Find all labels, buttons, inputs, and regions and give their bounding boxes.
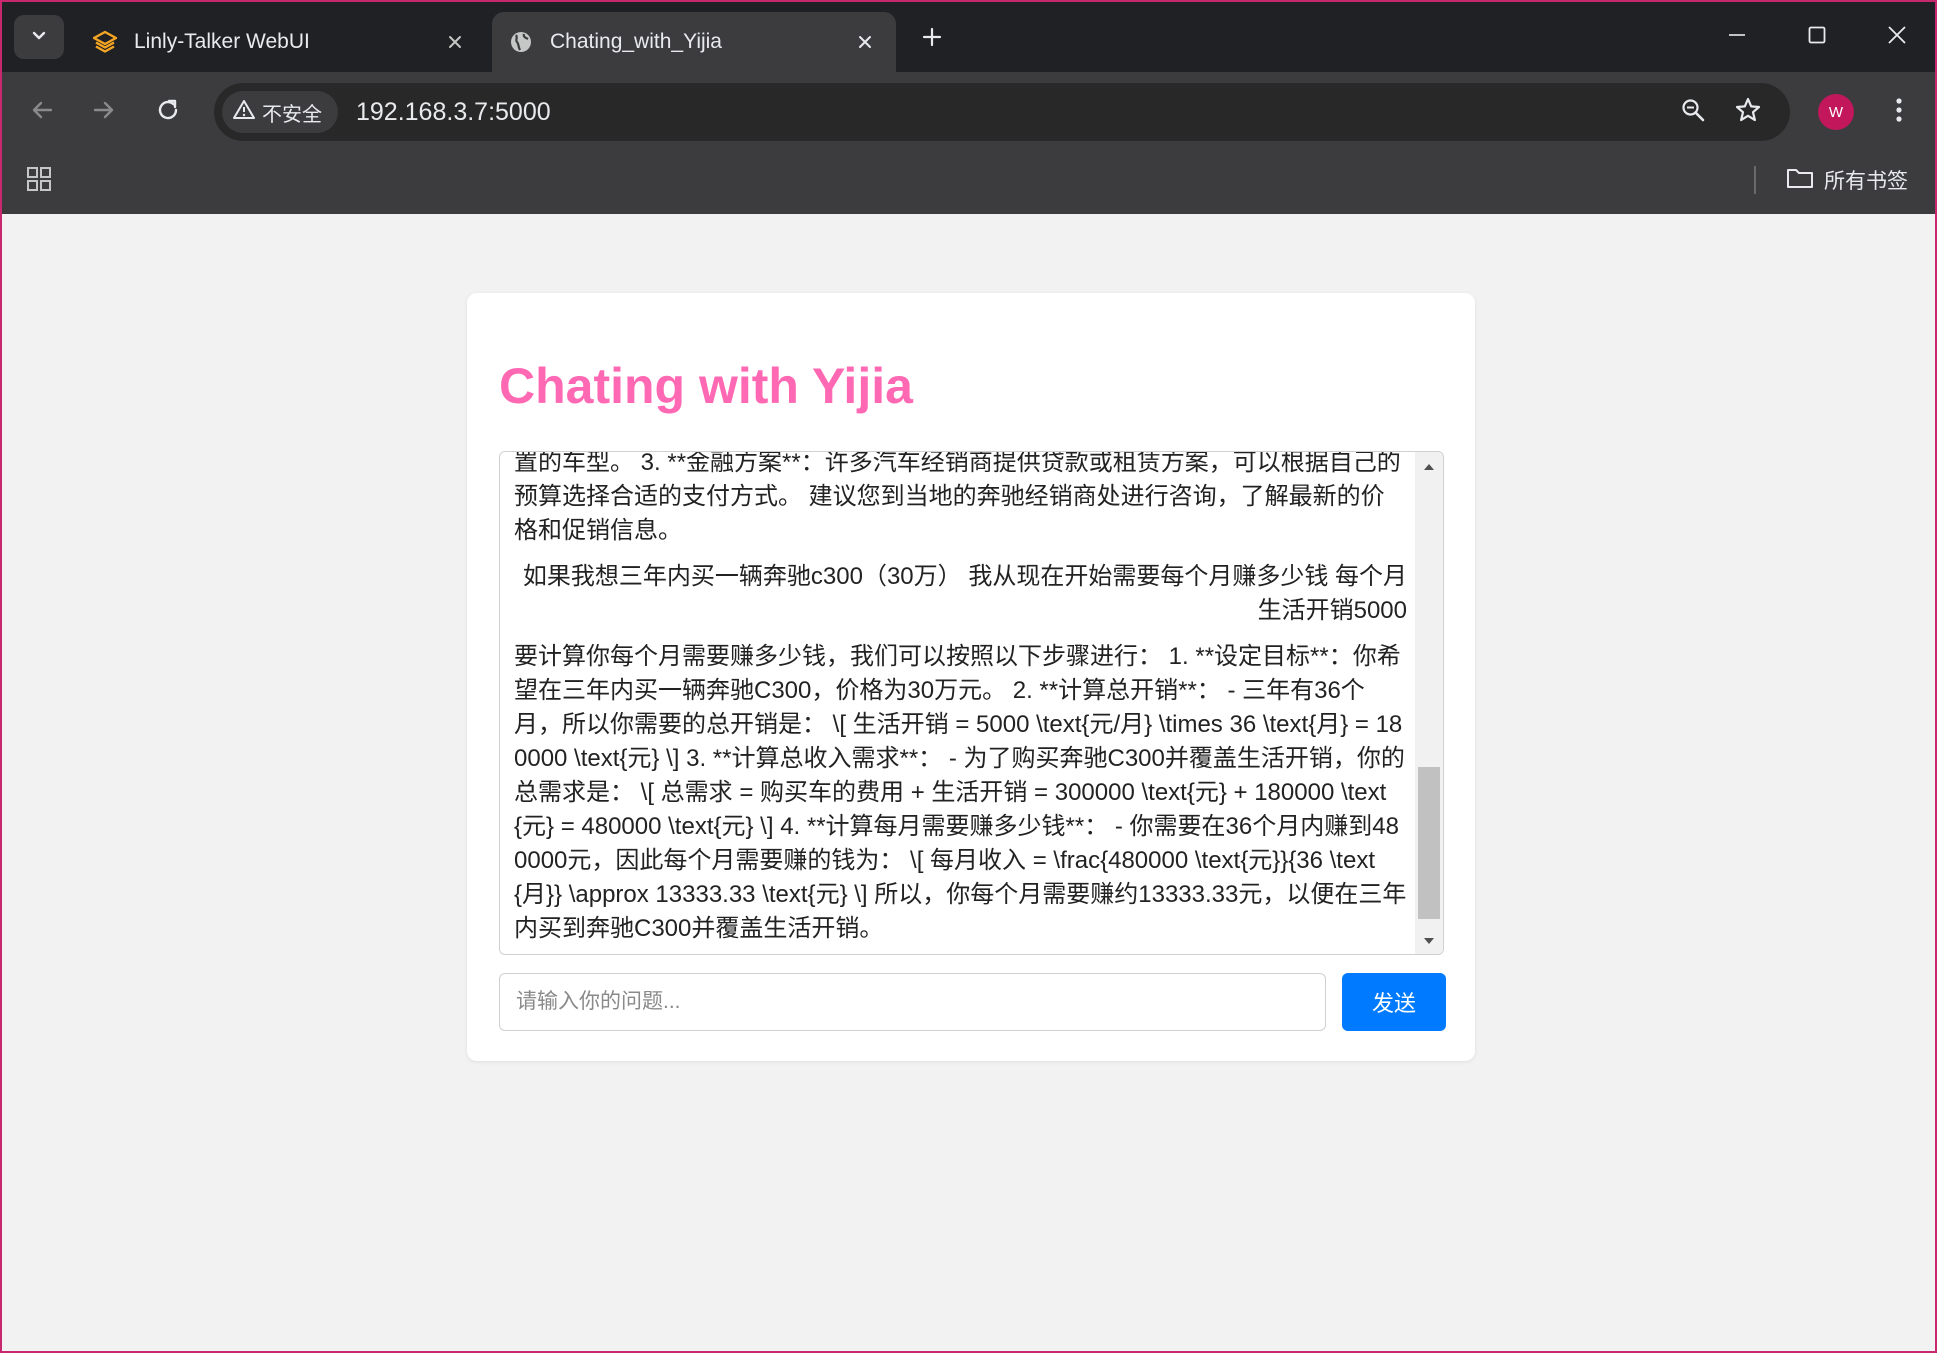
chat-messages: 如果预算有限，可以考虑购买二手的奔驰C300，这样可以以更低的价格获得更高配置的… (514, 451, 1407, 954)
star-icon (1734, 96, 1762, 128)
scroll-thumb[interactable] (1418, 767, 1440, 919)
bookmark-star-button[interactable] (1728, 92, 1768, 132)
url-text[interactable]: 192.168.3.7:5000 (356, 83, 551, 141)
triangle-down-icon (1423, 931, 1435, 950)
zoom-button[interactable] (1673, 92, 1713, 132)
plus-icon (921, 26, 943, 52)
zoom-icon (1680, 97, 1706, 127)
address-bar[interactable]: 不安全 192.168.3.7:5000 (214, 83, 1790, 141)
reload-button[interactable] (148, 92, 188, 132)
user-message: 如果我想三年内买一辆奔驰c300（30万） 我从现在开始需要每个月赚多少钱 每个… (522, 563, 1407, 624)
close-icon (1887, 25, 1907, 49)
globe-icon (506, 27, 536, 57)
tab-chating-with-yijia[interactable]: Chating_with_Yijia (492, 12, 896, 72)
chat-history[interactable]: 如果预算有限，可以考虑购买二手的奔驰C300，这样可以以更低的价格获得更高配置的… (499, 451, 1444, 955)
arrow-left-icon (29, 97, 55, 127)
close-tab-icon[interactable] (848, 25, 882, 59)
reload-icon (155, 97, 181, 127)
arrow-right-icon (91, 97, 117, 127)
warning-icon (232, 98, 256, 127)
bookmarks-bar: 所有书签 (2, 152, 1935, 214)
security-indicator[interactable]: 不安全 (222, 91, 338, 133)
triangle-up-icon (1423, 457, 1435, 476)
chat-scrollbar[interactable] (1415, 452, 1443, 954)
tab-linly-talker[interactable]: Linly-Talker WebUI (76, 12, 486, 72)
chevron-down-icon (30, 26, 48, 48)
forward-button[interactable] (84, 92, 124, 132)
close-window-button[interactable] (1862, 12, 1932, 62)
tab-search-button[interactable] (14, 15, 64, 59)
minimize-icon (1727, 25, 1747, 49)
chat-card: Chating with Yijia 如果预算有限，可以考虑购买二手的奔驰C30… (467, 293, 1475, 1061)
all-bookmarks-button[interactable]: 所有书签 (1786, 162, 1908, 198)
browser-menu-button[interactable] (1879, 92, 1919, 132)
page-viewport: Chating with Yijia 如果预算有限，可以考虑购买二手的奔驰C30… (2, 214, 1935, 1351)
bot-message: 如果预算有限，可以考虑购买二手的奔驰C300，这样可以以更低的价格获得更高配置的… (514, 451, 1401, 544)
bot-message: 要计算你每个月需要赚多少钱，我们可以按照以下步骤进行： 1. **设定目标**：… (514, 643, 1407, 942)
browser-toolbar: 不安全 192.168.3.7:5000 W (2, 72, 1935, 152)
apps-button[interactable] (22, 164, 56, 198)
more-vert-icon (1895, 96, 1903, 128)
new-tab-button[interactable] (912, 19, 952, 59)
chat-input-row: 发送 (499, 973, 1446, 1031)
back-button[interactable] (22, 92, 62, 132)
bookmarks-divider (1754, 166, 1756, 194)
minimize-button[interactable] (1702, 12, 1772, 62)
tab-title: Chating_with_Yijia (550, 30, 722, 53)
security-label: 不安全 (262, 101, 322, 126)
tab-title: Linly-Talker WebUI (134, 30, 310, 53)
folder-icon (1786, 166, 1814, 195)
maximize-icon (1807, 25, 1827, 49)
close-tab-icon[interactable] (438, 25, 472, 59)
scroll-down-button[interactable] (1415, 926, 1443, 954)
tab-strip: Linly-Talker WebUI Chating_with_Yijia (2, 2, 1935, 72)
scroll-up-button[interactable] (1415, 452, 1443, 480)
browser-window: Linly-Talker WebUI Chating_with_Yijia 不安… (0, 0, 1937, 1353)
layers-icon (90, 27, 120, 57)
apps-grid-icon (26, 166, 52, 196)
question-input[interactable] (499, 973, 1326, 1031)
send-button[interactable]: 发送 (1342, 973, 1446, 1031)
maximize-button[interactable] (1782, 12, 1852, 62)
profile-avatar[interactable]: W (1818, 94, 1854, 130)
all-bookmarks-label: 所有书签 (1824, 169, 1908, 193)
page-title: Chating with Yijia (499, 358, 913, 414)
